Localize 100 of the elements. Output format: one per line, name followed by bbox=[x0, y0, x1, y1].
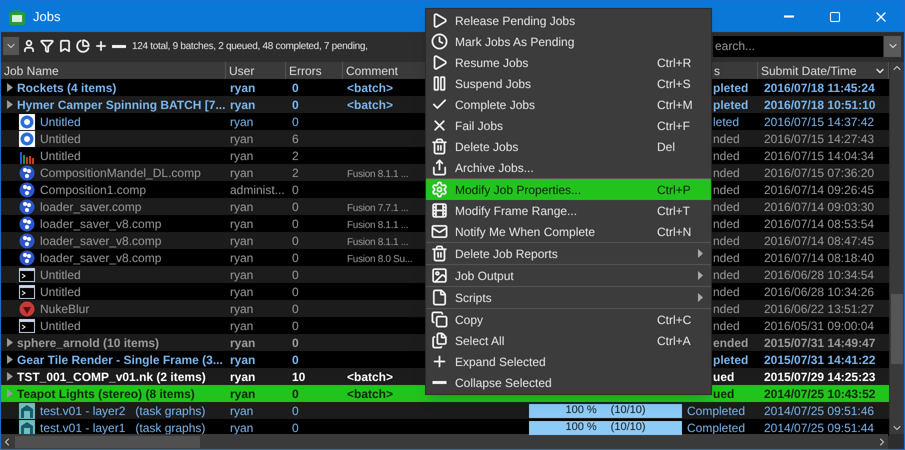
status-cell: nded bbox=[713, 216, 740, 230]
user-cell: ryan bbox=[230, 352, 256, 366]
user-cell: ryan bbox=[230, 200, 254, 214]
status-cell: nded bbox=[713, 250, 740, 264]
error-count: 0 bbox=[292, 98, 299, 112]
error-count: 0 bbox=[292, 386, 299, 400]
error-count: 0 bbox=[292, 114, 299, 128]
submit-date: 2016/07/18 10:51:10 bbox=[764, 98, 876, 112]
status-cell: nded bbox=[713, 132, 740, 146]
user-cell: ryan bbox=[230, 250, 254, 264]
shortcut-label: Ctrl+N bbox=[657, 224, 692, 240]
submit-date: 2016/06/28 10:34:54 bbox=[764, 268, 874, 282]
user-cell: ryan bbox=[230, 386, 256, 400]
status-cell: ended bbox=[713, 336, 748, 350]
error-count: 0 bbox=[292, 182, 299, 196]
user-cell: ryan bbox=[230, 216, 254, 230]
comment-cell: <batch> bbox=[347, 386, 394, 400]
error-count: 0 bbox=[292, 250, 299, 264]
submit-date: 2016/06/22 13:51:27 bbox=[764, 302, 874, 316]
submit-date: 2014/07/25 10:43:52 bbox=[764, 386, 876, 400]
status-cell: leted bbox=[713, 114, 740, 128]
job-name: Hymer Camper Spinning BATCH [7... bbox=[17, 96, 226, 114]
submit-date: 2016/07/15 07:36:20 bbox=[764, 166, 874, 180]
comment-cell: <batch> bbox=[347, 370, 394, 384]
user-cell: ryan bbox=[230, 148, 254, 162]
submit-date: 2016/07/14 08:18:40 bbox=[764, 250, 874, 264]
job-name: Untitled bbox=[40, 266, 81, 284]
job-name: Untitled bbox=[40, 284, 81, 300]
shortcut-label: Ctrl+R bbox=[657, 54, 692, 72]
user-cell: ryan bbox=[230, 284, 254, 298]
error-count: 0 bbox=[292, 336, 299, 350]
job-name: CompositionMandel_DL.comp bbox=[40, 164, 201, 182]
job-name: test.v01 - layer2 (task graphs) bbox=[40, 402, 206, 420]
user-cell: ryan bbox=[230, 302, 254, 316]
submit-date: 2016/07/15 14:04:34 bbox=[764, 148, 874, 162]
status-cell: nded bbox=[713, 182, 740, 196]
submit-date: 2014/07/25 09:51:46 bbox=[764, 404, 874, 418]
comment-cell: <batch> bbox=[347, 80, 394, 94]
error-count: 0 bbox=[292, 352, 299, 366]
status-cell: Completed bbox=[687, 404, 746, 418]
status-cell: pleted bbox=[713, 80, 748, 94]
submit-date: 2014/07/25 09:51:44 bbox=[764, 420, 874, 434]
job-name: sphere_arnold (10 items) bbox=[17, 334, 160, 352]
job-name: loader_saver.comp bbox=[40, 198, 142, 216]
error-count: 0 bbox=[292, 234, 299, 248]
user-cell: ryan bbox=[230, 234, 254, 248]
progress-percent: 100 % bbox=[565, 403, 597, 418]
shortcut-label: Ctrl+P bbox=[657, 182, 692, 198]
comment-cell: Fusion 8.1.1 ... bbox=[347, 220, 408, 230]
error-count: 0 bbox=[292, 404, 299, 418]
error-count: 0 bbox=[292, 302, 299, 316]
shortcut-label: Del bbox=[657, 138, 676, 156]
error-count: 0 bbox=[292, 318, 299, 332]
error-count: 0 bbox=[292, 420, 299, 434]
submit-date: 2016/05/31 09:00:04 bbox=[764, 318, 874, 332]
error-count: 0 bbox=[292, 200, 299, 214]
job-name: Gear Tile Render - Single Frame (3... bbox=[17, 352, 223, 368]
status-cell: ued bbox=[713, 386, 734, 400]
user-cell: ryan bbox=[230, 318, 254, 332]
status-cell: nded bbox=[713, 302, 740, 316]
progress-percent: 100 % bbox=[565, 420, 597, 436]
submit-date: 2016/06/28 10:34:26 bbox=[764, 284, 874, 298]
job-name: Untitled bbox=[40, 130, 81, 148]
submit-date: 2016/07/15 14:37:42 bbox=[764, 114, 874, 128]
status-cell: nded bbox=[713, 284, 740, 298]
error-count: 0 bbox=[292, 284, 299, 298]
job-name: Composition1.comp bbox=[40, 182, 146, 198]
job-summary: 124 total, 9 batches, 2 queued, 48 completed, 7 pending, bbox=[132, 40, 368, 54]
user-cell: ryan bbox=[230, 166, 254, 180]
job-name: Untitled bbox=[40, 114, 81, 130]
comment-cell: Fusion 8.1.1 ... bbox=[347, 168, 408, 180]
job-name: NukeBlur bbox=[40, 300, 90, 318]
status-cell: nded bbox=[713, 318, 740, 332]
comment-cell: Fusion 8.1.1 ... bbox=[347, 236, 408, 248]
user-cell: ryan bbox=[230, 80, 256, 94]
job-name: Rockets (4 items) bbox=[17, 80, 116, 96]
submit-date: 2015/07/31 14:41:22 bbox=[764, 352, 876, 366]
submit-date: 2016/07/14 08:53:54 bbox=[764, 216, 874, 230]
user-cell: ryan bbox=[230, 268, 254, 282]
user-cell: ryan bbox=[230, 98, 256, 112]
status-cell: Completed bbox=[687, 420, 746, 434]
job-name: loader_saver_v8.comp bbox=[40, 232, 162, 250]
error-count: 6 bbox=[292, 132, 299, 146]
status-cell: nded bbox=[713, 200, 740, 214]
job-name: Untitled bbox=[40, 318, 81, 334]
status-cell: nded bbox=[713, 166, 740, 180]
status-cell: nded bbox=[713, 268, 740, 282]
error-count: 0 bbox=[292, 216, 299, 230]
user-cell: administ... bbox=[230, 182, 285, 196]
user-cell: ryan bbox=[230, 114, 254, 128]
comment-cell: Fusion 7.7.1 ... bbox=[347, 202, 408, 214]
shortcut-label: Ctrl+F bbox=[657, 118, 691, 134]
shortcut-label: Ctrl+A bbox=[657, 332, 692, 350]
error-count: 10 bbox=[292, 370, 306, 384]
submit-date: 2016/07/14 09:03:30 bbox=[764, 200, 874, 214]
status-cell: nded bbox=[713, 148, 740, 162]
user-cell: ryan bbox=[230, 132, 254, 146]
job-name: loader_saver_v8.comp bbox=[40, 250, 162, 266]
user-cell: ryan bbox=[230, 370, 256, 384]
submit-date: 2016/07/14 08:47:45 bbox=[764, 234, 874, 248]
